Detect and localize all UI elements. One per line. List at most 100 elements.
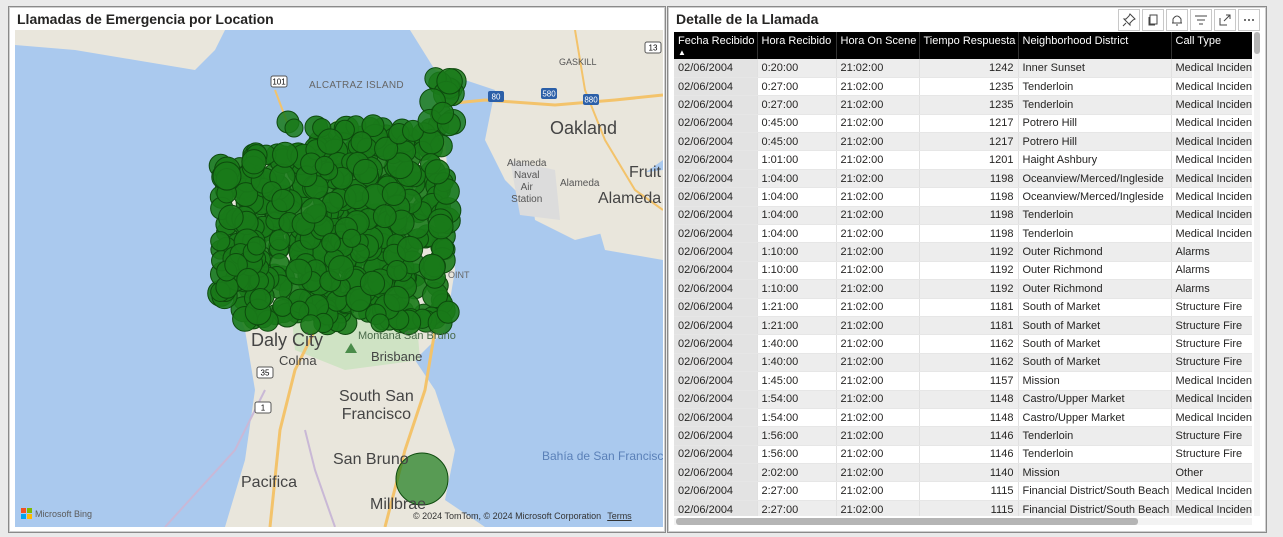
table-cell[interactable]: 21:02:00 xyxy=(836,169,920,189)
table-cell[interactable]: 02/06/2004 xyxy=(674,371,758,391)
table-cell[interactable]: 21:02:00 xyxy=(836,261,920,281)
table-cell[interactable]: Alarms xyxy=(1171,279,1252,299)
table-cell[interactable]: Financial District/South Beach xyxy=(1018,500,1172,516)
table-cell[interactable]: Inner Sunset xyxy=(1018,59,1172,78)
table-cell[interactable]: 02/06/2004 xyxy=(674,408,758,428)
table-cell[interactable]: Structure Fire xyxy=(1171,316,1252,336)
table-cell[interactable]: 1:10:00 xyxy=(757,279,837,299)
map-marker[interactable] xyxy=(246,236,267,256)
table-cell[interactable]: 02/06/2004 xyxy=(674,132,758,152)
table-cell[interactable]: 02/06/2004 xyxy=(674,481,758,501)
table-cell[interactable]: Tenderloin xyxy=(1018,77,1172,97)
map-marker[interactable] xyxy=(344,184,370,210)
table-cell[interactable]: 1198 xyxy=(919,187,1019,207)
table-row[interactable]: 02/06/2004 1:40:00 21:02:00 1162 South of Ma… xyxy=(674,334,1252,354)
map-visual[interactable]: Llamadas de Emergencia por Location 101 xyxy=(8,6,666,533)
table-cell[interactable]: 2:02:00 xyxy=(757,463,837,483)
map-canvas[interactable]: 101 80 580 880 35 1 13 ALCATRAZ ISLAND G… xyxy=(15,30,663,527)
table-cell[interactable]: Medical Incident xyxy=(1171,132,1252,152)
table-row[interactable]: 02/06/2004 1:56:00 21:02:00 1146 Tenderloin S… xyxy=(674,426,1252,446)
table-cell[interactable]: 02/06/2004 xyxy=(674,298,758,317)
table-cell[interactable]: 1235 xyxy=(919,95,1019,115)
table-cell[interactable]: 1:54:00 xyxy=(757,390,837,409)
table-cell[interactable]: 1140 xyxy=(919,463,1019,483)
map-marker[interactable] xyxy=(396,235,424,263)
table-cell[interactable]: 1:54:00 xyxy=(757,408,837,428)
table-row[interactable]: 02/06/2004 1:10:00 21:02:00 1192 Outer Richm… xyxy=(674,242,1252,262)
table-cell[interactable]: 1235 xyxy=(919,77,1019,97)
table-cell[interactable]: 21:02:00 xyxy=(836,334,920,354)
map-marker[interactable] xyxy=(300,197,327,224)
map-marker[interactable] xyxy=(218,204,244,231)
table-cell[interactable]: 1146 xyxy=(919,445,1019,465)
table-cell[interactable]: 1:04:00 xyxy=(757,169,837,189)
table-cell[interactable]: 1:56:00 xyxy=(757,426,837,446)
table-row[interactable]: 02/06/2004 2:27:00 21:02:00 1115 Financial D… xyxy=(674,500,1252,516)
map-marker[interactable] xyxy=(212,161,242,191)
table-cell[interactable]: 1181 xyxy=(919,298,1019,317)
table-cell[interactable]: 21:02:00 xyxy=(836,59,920,78)
table-cell[interactable]: 1:45:00 xyxy=(757,371,837,391)
table-cell[interactable]: 1115 xyxy=(919,481,1019,501)
table-cell[interactable]: Oceanview/Merced/Ingleside xyxy=(1018,169,1172,189)
table-cell[interactable]: 02/06/2004 xyxy=(674,187,758,207)
map-marker[interactable] xyxy=(350,131,373,154)
horizontal-scrollbar[interactable] xyxy=(674,518,1252,525)
table-cell[interactable]: 21:02:00 xyxy=(836,316,920,336)
table-cell[interactable]: Tenderloin xyxy=(1018,426,1172,446)
table-cell[interactable]: 1:10:00 xyxy=(757,261,837,281)
table-cell[interactable]: 21:02:00 xyxy=(836,77,920,97)
table-cell[interactable]: 02/06/2004 xyxy=(674,95,758,115)
table-cell[interactable]: 21:02:00 xyxy=(836,150,920,170)
table-cell[interactable]: Medical Incident xyxy=(1171,114,1252,134)
table-cell[interactable]: Structure Fire xyxy=(1171,334,1252,354)
map-marker[interactable] xyxy=(241,149,267,175)
table-cell[interactable]: Haight Ashbury xyxy=(1018,150,1172,170)
table-row[interactable]: 02/06/2004 2:27:00 21:02:00 1115 Financial D… xyxy=(674,481,1252,501)
map-marker[interactable] xyxy=(352,158,379,185)
table-row[interactable]: 02/06/2004 2:02:00 21:02:00 1140 Mission Othe… xyxy=(674,463,1252,483)
table-cell[interactable]: 1181 xyxy=(919,316,1019,336)
table-cell[interactable]: Medical Incident xyxy=(1171,95,1252,115)
table-cell[interactable]: 21:02:00 xyxy=(836,500,920,516)
table-cell[interactable]: South of Market xyxy=(1018,298,1172,317)
table-cell[interactable]: 02/06/2004 xyxy=(674,316,758,336)
map-marker[interactable] xyxy=(210,231,231,252)
column-header[interactable]: Neighborhood District xyxy=(1018,32,1172,59)
table-cell[interactable]: 02/06/2004 xyxy=(674,169,758,189)
table-cell[interactable]: 21:02:00 xyxy=(836,242,920,262)
table-cell[interactable]: Medical Incident xyxy=(1171,206,1252,226)
table-cell[interactable]: 0:45:00 xyxy=(757,132,837,152)
table-grid[interactable]: Fecha Recibido ▲ Hora Recibido Hora On Sc… xyxy=(674,32,1252,516)
table-cell[interactable]: 21:02:00 xyxy=(836,390,920,409)
table-cell[interactable]: 02/06/2004 xyxy=(674,150,758,170)
table-cell[interactable]: 1115 xyxy=(919,500,1019,516)
table-cell[interactable]: 02/06/2004 xyxy=(674,334,758,354)
table-cell[interactable]: Medical Incident xyxy=(1171,371,1252,391)
table-cell[interactable]: 0:27:00 xyxy=(757,95,837,115)
table-row[interactable]: 02/06/2004 1:21:00 21:02:00 1181 South of Ma… xyxy=(674,298,1252,317)
table-cell[interactable]: 21:02:00 xyxy=(836,279,920,299)
map-marker[interactable] xyxy=(436,68,463,95)
filter-button[interactable] xyxy=(1190,9,1212,31)
table-cell[interactable]: 2:27:00 xyxy=(757,500,837,516)
map-marker[interactable] xyxy=(436,300,460,324)
map-marker[interactable] xyxy=(372,204,397,229)
table-row[interactable]: 02/06/2004 0:20:00 21:02:00 1242 Inner Sunse… xyxy=(674,59,1252,78)
table-cell[interactable]: 02/06/2004 xyxy=(674,77,758,97)
table-row[interactable]: 02/06/2004 1:56:00 21:02:00 1146 Tenderloin S… xyxy=(674,445,1252,465)
map-marker[interactable] xyxy=(316,128,344,155)
map-marker[interactable] xyxy=(383,285,410,312)
table-cell[interactable]: 1:01:00 xyxy=(757,150,837,170)
map-marker[interactable] xyxy=(381,181,406,207)
table-cell[interactable]: 02/06/2004 xyxy=(674,242,758,262)
map-marker[interactable] xyxy=(285,258,313,286)
map-marker[interactable] xyxy=(314,155,335,176)
table-row[interactable]: 02/06/2004 1:01:00 21:02:00 1201 Haight Ashb… xyxy=(674,150,1252,170)
table-cell[interactable]: 1:10:00 xyxy=(757,242,837,262)
table-cell[interactable]: Structure Fire xyxy=(1171,353,1252,373)
table-cell[interactable]: 0:27:00 xyxy=(757,77,837,97)
table-row[interactable]: 02/06/2004 0:27:00 21:02:00 1235 Tenderloin M… xyxy=(674,95,1252,115)
table-cell[interactable]: Medical Incident xyxy=(1171,224,1252,244)
table-visual[interactable]: Detalle de la Llamada Fecha Recibido ▲ H… xyxy=(667,6,1267,533)
